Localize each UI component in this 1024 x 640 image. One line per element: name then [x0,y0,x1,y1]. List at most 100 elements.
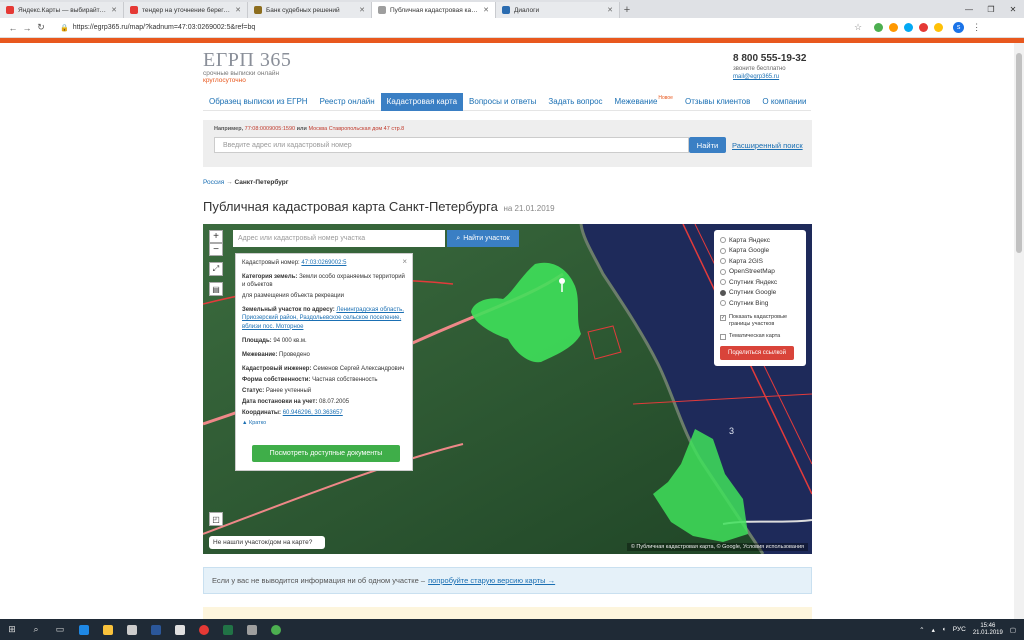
scrollbar-thumb[interactable] [1016,53,1022,253]
field-label: Координаты: [242,410,282,417]
layer-label: Карта 2GIS [729,257,764,265]
advanced-search-link[interactable]: Расширенный поиск [732,141,803,150]
maximize-icon[interactable]: ❐ [980,0,1002,18]
nav-faq[interactable]: Вопросы и ответы [463,93,542,111]
not-found-button[interactable]: Не нашли участок/дом на карте? [209,536,325,549]
browser-tab-yandex-maps[interactable]: Яндекс.Карты — выбирайте, где ✕ [0,2,124,18]
layer-option-2gis[interactable]: Карта 2GIS [720,256,800,267]
phone-number[interactable]: 8 800 555-19-32 [733,53,806,64]
map-marker-icon[interactable] [559,278,565,284]
parcel-info-panel: × Кадастровый номер: 47:03:0269002:5 Кат… [235,253,413,471]
print-icon[interactable]: ▤ [209,282,223,296]
site-logo[interactable]: ЕГРП 365 срочные выписки онлайн круглосу… [203,49,291,84]
hint-example-cadnum[interactable]: 77:08:0009005:1590 [245,126,295,132]
extension-icon[interactable] [919,23,929,32]
system-clock[interactable]: 15:46 21.01.2019 [973,623,1003,637]
nav-about[interactable]: О компании [756,93,812,111]
extension-icon[interactable] [874,23,884,32]
word-icon[interactable] [144,619,168,640]
profile-avatar[interactable]: s [953,22,965,33]
find-parcel-button[interactable]: ⌕ Найти участок [447,230,519,247]
close-icon[interactable]: ✕ [235,6,241,14]
store-icon[interactable] [120,619,144,640]
new-tab-button[interactable]: + [620,2,634,18]
back-icon[interactable]: ← [6,23,20,33]
cadastral-map[interactable]: 3 + − ⤢ ▤ ◰ Адрес или кадастровый номер … [203,224,812,554]
coords-link[interactable]: 60.946296, 30.363657 [283,410,343,416]
checkbox-checked-icon: ✓ [720,314,726,321]
close-window-icon[interactable]: ✕ [1002,0,1024,18]
photos-icon[interactable] [240,619,264,640]
extension-icon[interactable] [889,23,899,32]
page-scrollbar[interactable] [1014,43,1024,619]
fullscreen-icon[interactable]: ⤢ [209,262,223,276]
layer-option-yandex-map[interactable]: Карта Яндекс [720,235,800,246]
search-button[interactable]: Найти [689,137,726,153]
search-input[interactable]: Введите адрес или кадастровый номер [214,137,689,153]
url-field[interactable]: 🔒 https://egrp365.ru/map/?kadnum=47:03:0… [56,21,846,35]
layer-toggle-icon[interactable]: ◰ [209,512,223,526]
nav-label: О компании [762,97,807,106]
chrome-icon[interactable] [264,619,288,640]
view-documents-button[interactable]: Посмотреть доступные документы [252,445,400,462]
tray-icon[interactable]: ⌃ [919,626,924,634]
hint-example-address[interactable]: Москва Ставропольская дом 47 стр.8 [308,126,404,132]
map-search-input[interactable]: Адрес или кадастровый номер участка [233,230,445,247]
excel-icon[interactable] [216,619,240,640]
search-icon[interactable]: ⌕ [24,619,48,640]
file-explorer-icon[interactable] [96,619,120,640]
layer-option-bing-satellite[interactable]: Спутник Bing [720,298,800,309]
share-link-button[interactable]: Поделиться ссылкой [720,345,794,360]
browser-tab-cadastral-map[interactable]: Публичная кадастровая карта ✕ [372,2,496,18]
layer-option-google-map[interactable]: Карта Google [720,246,800,257]
email-link[interactable]: mail@egrp365.ru [733,74,806,80]
network-icon[interactable]: ▴ [932,626,935,634]
mail-icon[interactable] [168,619,192,640]
nav-cadastral-map[interactable]: Кадастровая карта [380,92,464,111]
url-text: https://egrp365.ru/map/?kadnum=47:03:026… [72,24,256,31]
search-hint: Например, 77:08:0009005:1590 или Москва … [214,126,404,132]
thematic-map-checkbox[interactable]: Тематическая карта [720,333,800,340]
nav-land-survey[interactable]: Межевание Новое [609,93,679,111]
extensions [874,23,944,32]
nav-sample-extract[interactable]: Образец выписки из ЕГРН [203,93,314,111]
nav-reviews[interactable]: Отзывы клиентов [679,93,756,111]
layer-option-google-satellite[interactable]: Спутник Google [720,288,800,299]
breadcrumb: Россия → Санкт-Петербург [203,179,288,186]
cadnum-link[interactable]: 47:03:0269002:5 [301,260,346,266]
browser-tab-tender[interactable]: тендер на уточнение берегово ✕ [124,2,248,18]
notifications-icon[interactable]: ▢ [1010,626,1016,634]
task-view-icon[interactable]: ▭ [48,619,72,640]
opera-icon[interactable] [192,619,216,640]
nav-ask-question[interactable]: Задать вопрос [542,93,608,111]
browser-menu-icon[interactable]: ⋮ [972,22,981,33]
radio-icon [720,268,726,275]
extension-icon[interactable] [904,23,914,32]
browser-tab-dialogs[interactable]: Диалоги ✕ [496,2,620,18]
close-icon[interactable]: ✕ [607,6,613,14]
info-notice-text: Если у вас не выводится информация ни об… [212,576,426,585]
show-boundaries-checkbox[interactable]: ✓ Показать кадастровые границы участков [720,314,800,328]
layer-option-osm[interactable]: OpenStreetMap [720,267,800,278]
close-icon[interactable]: ✕ [359,6,365,14]
breadcrumb-root[interactable]: Россия [203,179,224,186]
minimize-icon[interactable]: — [958,0,980,18]
windows-start-icon[interactable]: ⊞ [0,619,24,640]
bookmark-star-icon[interactable]: ☆ [854,22,862,33]
extension-icon[interactable] [934,23,944,32]
edge-icon[interactable] [72,619,96,640]
close-icon[interactable]: ✕ [111,6,117,14]
volume-icon[interactable]: ◖ [942,626,946,633]
reload-icon[interactable]: ↻ [34,22,48,33]
brief-toggle[interactable]: ▲ Кратко [242,420,406,426]
close-icon[interactable]: × [402,257,407,266]
browser-tab-court[interactable]: Банк судебных решений ✕ [248,2,372,18]
language-indicator[interactable]: РУС [953,626,966,633]
zoom-out-button[interactable]: − [209,243,223,256]
close-icon[interactable]: ✕ [483,6,489,14]
forward-icon[interactable]: → [20,23,34,33]
old-map-link[interactable]: попробуйте старую версию карты → [428,576,555,585]
layer-option-yandex-satellite[interactable]: Спутник Яндекс [720,277,800,288]
nav-registry-online[interactable]: Реестр онлайн [314,93,381,111]
zoom-in-button[interactable]: + [209,230,223,243]
